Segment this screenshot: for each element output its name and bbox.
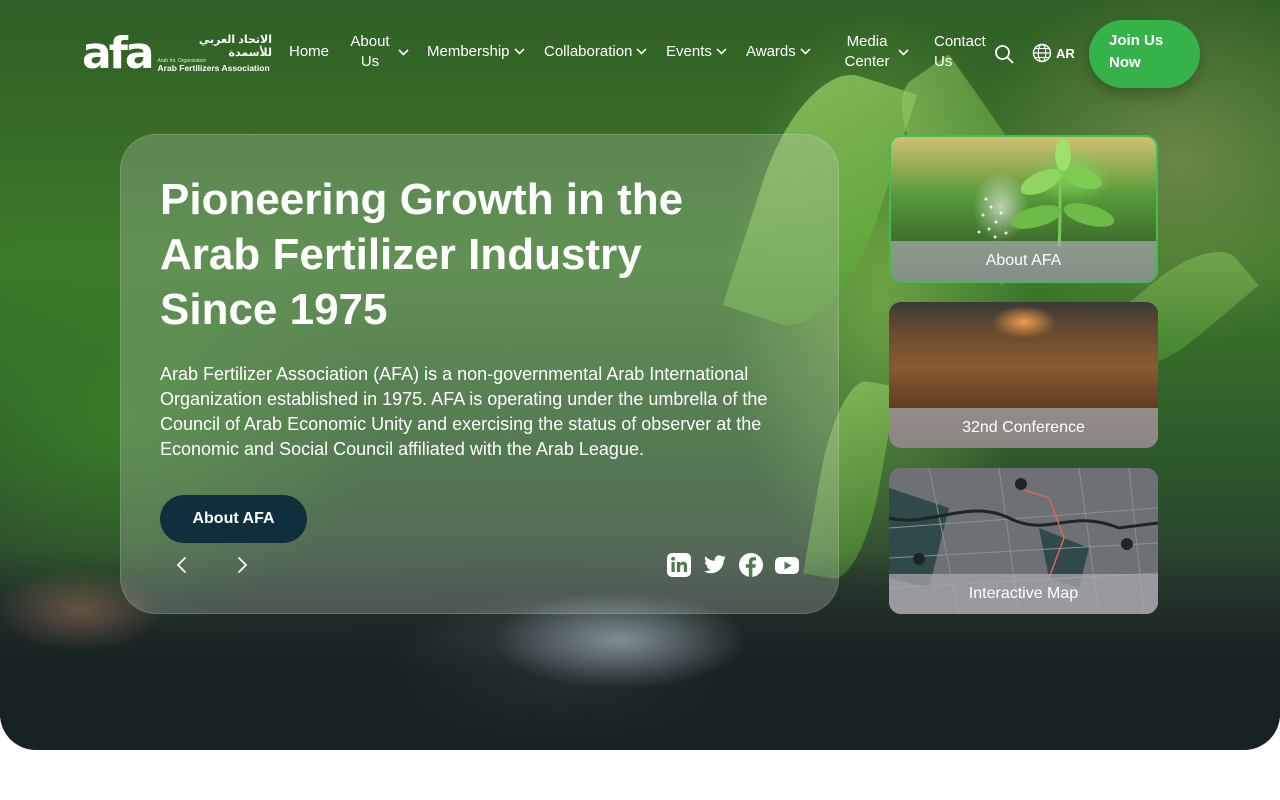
nav-about-us-line1: About: [350, 33, 390, 50]
side-card-about-afa[interactable]: About AFA: [889, 135, 1158, 283]
language-switcher[interactable]: AR: [1032, 43, 1075, 63]
nav-awards-label: Awards: [746, 43, 796, 60]
nav-home-label: Home: [289, 43, 330, 60]
chevron-down-icon: [398, 48, 409, 56]
top-navigation: afa الاتحاد العربي للأسمدة Arab Int. Org…: [0, 0, 1280, 110]
side-card-32nd-conference[interactable]: 32nd Conference: [889, 302, 1158, 448]
facebook-icon[interactable]: [738, 552, 764, 578]
nav-about-us-line2: Us: [360, 53, 380, 70]
nav-awards[interactable]: Awards: [746, 43, 811, 60]
side-card-interactive-map[interactable]: Interactive Map: [889, 468, 1158, 614]
linkedin-icon[interactable]: [666, 552, 692, 578]
chevron-right-icon[interactable]: [232, 555, 252, 575]
chevron-down-icon: [636, 48, 647, 55]
nav-contact-us-line2: Us: [934, 53, 953, 70]
search-icon[interactable]: [994, 44, 1014, 64]
about-afa-button[interactable]: About AFA: [160, 495, 307, 543]
hero-headline-line2: Arab Fertilizer Industry: [160, 230, 642, 279]
logo-arabic: الاتحاد العربي للأسمدة: [198, 34, 272, 59]
nav-home[interactable]: Home: [289, 43, 329, 60]
hero-headline-line3: Since 1975: [160, 285, 388, 334]
chevron-down-icon: [800, 48, 811, 55]
nav-membership-label: Membership: [427, 43, 510, 60]
afa-logo[interactable]: afa الاتحاد العربي للأسمدة Arab Int. Org…: [82, 28, 272, 80]
chevron-down-icon: [716, 48, 727, 55]
nav-collaboration[interactable]: Collaboration: [544, 43, 647, 60]
hero-description: Arab Fertilizer Association (AFA) is a n…: [160, 364, 768, 459]
nav-collaboration-label: Collaboration: [544, 43, 633, 60]
hero-headline-line1: Pioneering Growth in the: [160, 175, 684, 224]
nav-events[interactable]: Events: [666, 43, 727, 60]
side-card-label: About AFA: [891, 241, 1156, 281]
logo-english: Arab Fertilizers Association: [157, 63, 270, 74]
twitter-icon[interactable]: [702, 552, 728, 578]
language-label: AR: [1056, 45, 1075, 61]
nav-events-label: Events: [666, 43, 712, 60]
youtube-icon[interactable]: [774, 552, 800, 578]
side-card-label: 32nd Conference: [889, 408, 1158, 448]
plant-illustration: [977, 139, 1115, 248]
nav-media-center-line2: Center: [844, 53, 890, 70]
nav-membership[interactable]: Membership: [427, 43, 525, 60]
nav-contact-us-line1: Contact: [934, 33, 986, 50]
chevron-down-icon: [898, 48, 909, 56]
chevron-down-icon: [513, 48, 525, 55]
nav-contact-us-label: Contact Us: [934, 32, 986, 72]
nav-about-us[interactable]: About Us: [346, 32, 409, 72]
nav-media-center[interactable]: Media Center: [840, 32, 909, 72]
logo-mark: afa: [82, 28, 155, 79]
nav-media-center-line1: Media: [846, 33, 888, 50]
hero-headline: Pioneering Growth in the Arab Fertilizer…: [160, 172, 760, 337]
logo-text: الاتحاد العربي للأسمدة Arab Int. Organiz…: [158, 34, 272, 73]
logo-subtitle: Arab Int. Organization: [157, 57, 207, 64]
join-us-line1: Join Us: [1109, 32, 1164, 49]
join-us-line2: Now: [1109, 54, 1141, 71]
nav-media-center-label: Media Center: [840, 32, 894, 72]
side-card-label: Interactive Map: [889, 574, 1158, 614]
globe-icon: [1032, 43, 1052, 63]
chevron-left-icon[interactable]: [172, 555, 192, 575]
nav-about-us-label: About Us: [346, 32, 394, 72]
nav-contact-us[interactable]: Contact Us: [934, 32, 986, 72]
join-us-button[interactable]: Join Us Now: [1089, 20, 1200, 88]
